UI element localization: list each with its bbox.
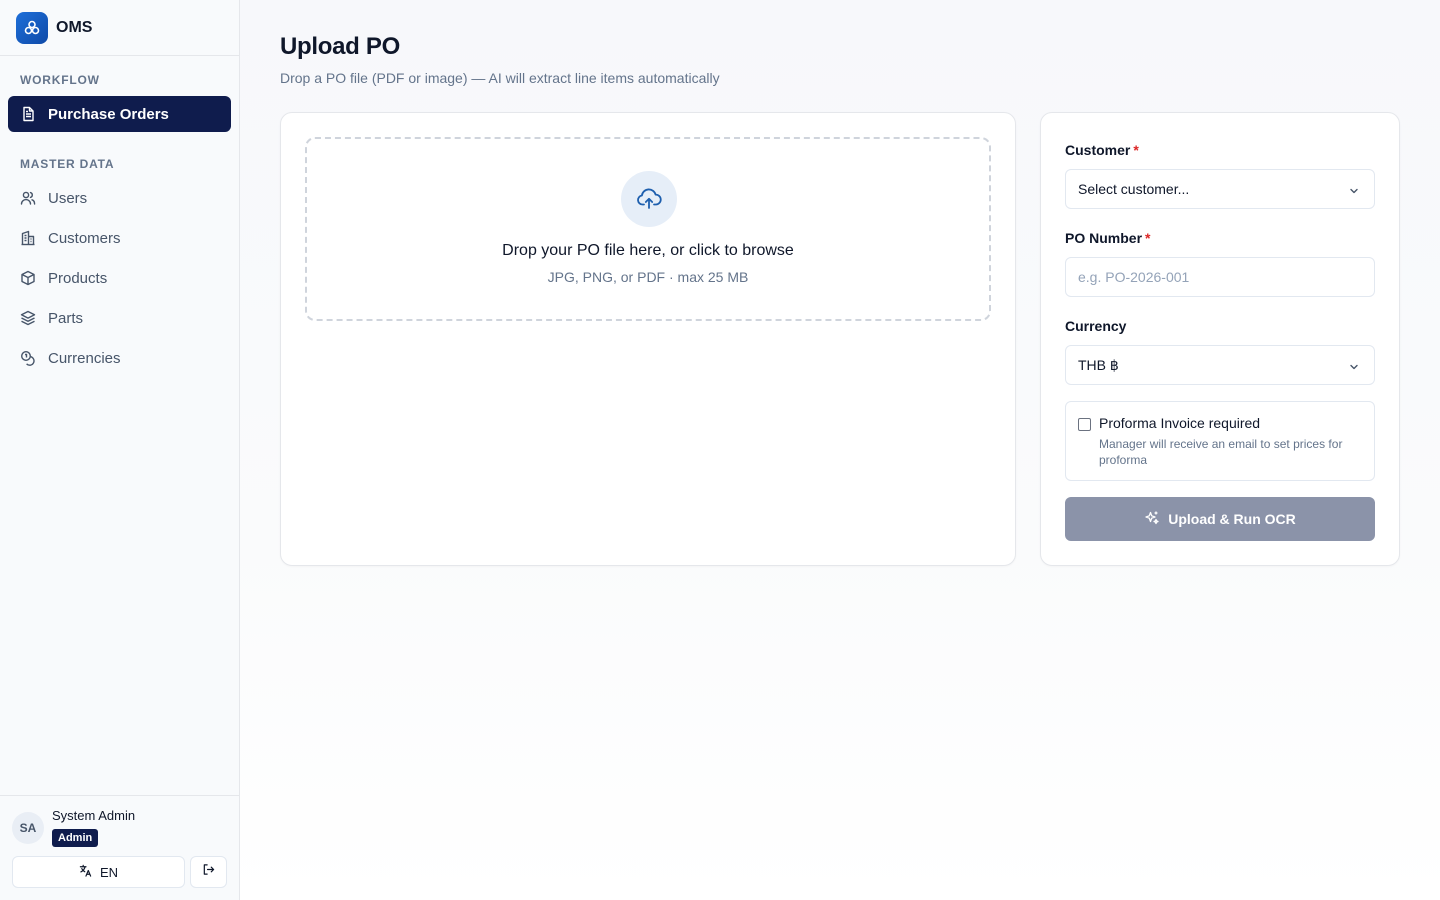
sidebar-item-label: Products (48, 269, 108, 287)
brand[interactable]: OMS (0, 0, 239, 56)
sidebar-item-customers[interactable]: Customers (8, 220, 231, 256)
currency-select[interactable]: THB ฿ (1065, 345, 1375, 385)
main-content: Upload PO Drop a PO file (PDF or image) … (240, 0, 1440, 900)
currency-label: Currency (1065, 318, 1127, 334)
currency-select-value: THB ฿ (1078, 356, 1119, 373)
chevron-down-icon (1348, 360, 1360, 376)
page-subtitle: Drop a PO file (PDF or image) — AI will … (280, 70, 720, 86)
sidebar-item-currencies[interactable]: Currencies (8, 340, 231, 376)
oms-logo-icon (16, 11, 48, 44)
proforma-description: Manager will receive an email to set pri… (1099, 437, 1343, 467)
upload-card: Drop your PO file here, or click to brow… (280, 112, 1016, 566)
required-mark: * (1145, 230, 1151, 246)
layers-icon (20, 310, 36, 326)
upload-run-ocr-button[interactable]: Upload & Run OCR (1065, 497, 1375, 541)
users-icon (20, 190, 36, 206)
po-number-input[interactable] (1065, 257, 1375, 297)
sidebar-item-label: Currencies (48, 349, 121, 367)
language-button[interactable]: EN (12, 856, 185, 888)
customer-select[interactable]: Select customer... (1065, 169, 1375, 209)
box-icon (20, 270, 36, 286)
file-dropzone[interactable]: Drop your PO file here, or click to brow… (305, 137, 991, 321)
sidebar-item-purchase-orders[interactable]: Purchase Orders (8, 96, 231, 132)
po-number-label: PO Number * (1065, 230, 1151, 246)
file-text-icon (20, 106, 36, 122)
sidebar: OMS WORKFLOW Purchase Orders MASTER DATA… (0, 0, 240, 900)
role-badge: Admin (52, 829, 99, 847)
chevron-down-icon (1348, 184, 1360, 200)
sidebar-item-label: Parts (48, 309, 84, 327)
section-label-master-data: MASTER DATA (20, 157, 115, 171)
coins-icon (20, 350, 36, 366)
customer-label: Customer * (1065, 142, 1139, 158)
proforma-option: Proforma Invoice required Manager will r… (1065, 401, 1375, 481)
sidebar-item-label: Users (48, 189, 88, 207)
user-name: System Admin (52, 808, 136, 823)
building-icon (20, 230, 36, 246)
proforma-checkbox[interactable] (1078, 418, 1091, 431)
cloud-upload-icon (621, 171, 677, 227)
section-label-workflow: WORKFLOW (20, 73, 100, 87)
required-mark: * (1133, 142, 1139, 158)
logout-button[interactable] (190, 856, 227, 888)
sparkles-icon (1144, 510, 1160, 529)
po-form-card: Customer * Select customer... PO Number * … (1040, 112, 1400, 566)
sidebar-item-label: Customers (48, 229, 121, 247)
dropzone-hint: JPG, PNG, or PDF · max 25 MB (547, 269, 749, 285)
logout-icon (202, 863, 215, 881)
proforma-label: Proforma Invoice required (1099, 415, 1261, 431)
dropzone-title: Drop your PO file here, or click to brow… (502, 242, 794, 259)
language-label: EN (99, 864, 119, 880)
sidebar-item-parts[interactable]: Parts (8, 300, 231, 336)
customer-select-value: Select customer... (1078, 181, 1190, 197)
sidebar-item-users[interactable]: Users (8, 180, 231, 216)
user-panel: SA System Admin Admin EN (0, 795, 239, 900)
app-name: OMS (56, 18, 93, 36)
avatar: SA (12, 812, 44, 844)
translate-icon (79, 864, 92, 880)
sidebar-item-products[interactable]: Products (8, 260, 231, 296)
sidebar-item-label: Purchase Orders (48, 105, 169, 123)
upload-run-ocr-label: Upload & Run OCR (1168, 511, 1296, 527)
page-title: Upload PO (280, 33, 400, 60)
